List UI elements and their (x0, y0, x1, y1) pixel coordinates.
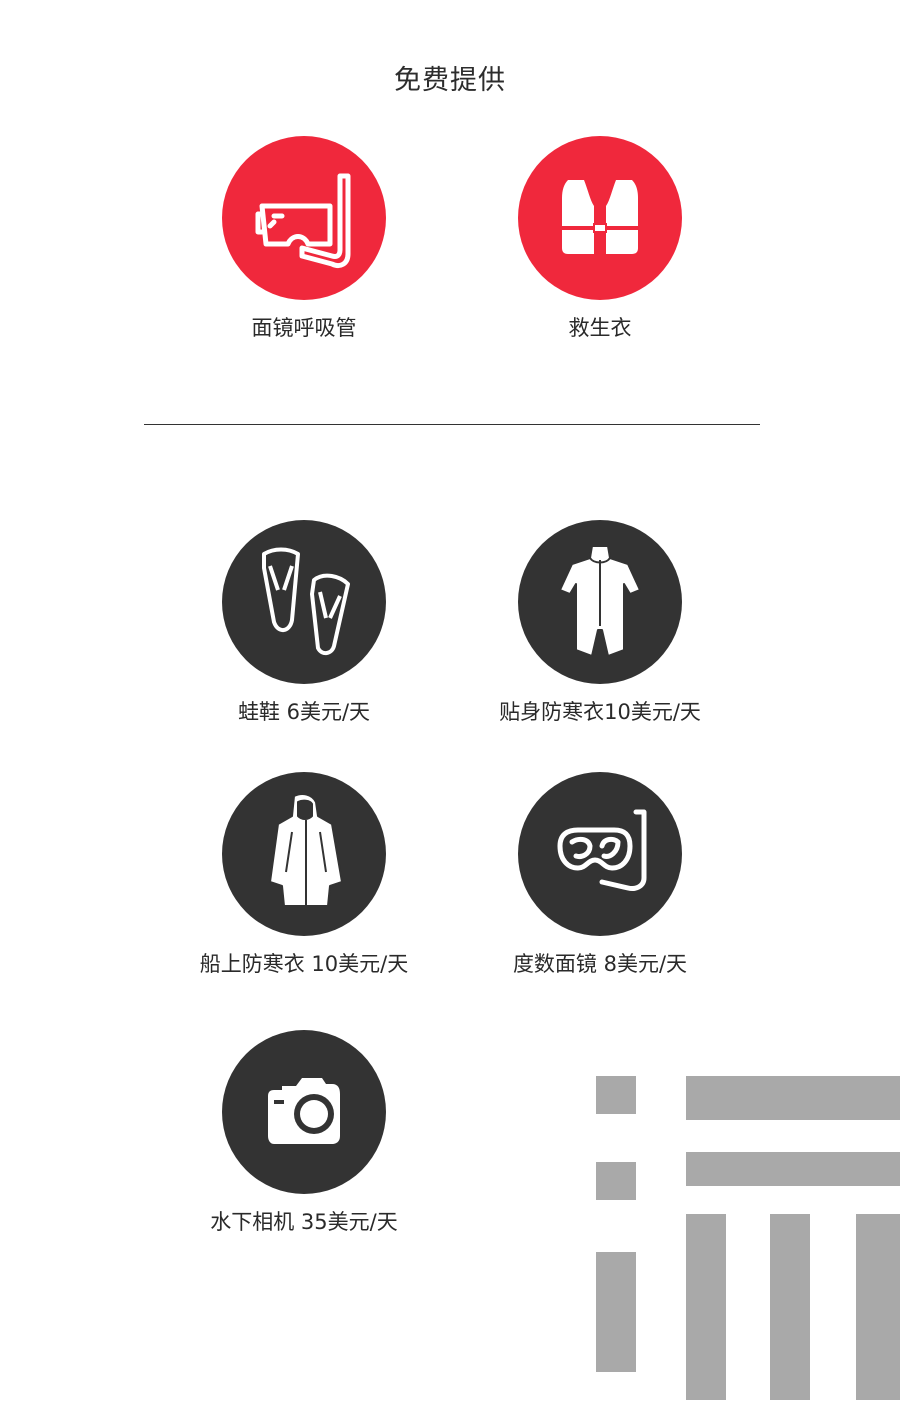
section-divider (144, 424, 760, 425)
free-section-title: 免费提供 (394, 65, 506, 96)
fins-icon (222, 520, 386, 684)
rental-item-wetsuit: 贴身防寒衣10美元/天 (450, 520, 750, 726)
free-item-label: 面镜呼吸管 (251, 316, 357, 340)
rental-item-camera: 水下相机 35美元/天 (154, 1030, 454, 1236)
free-item-life-vest: 救生衣 (450, 136, 750, 342)
rental-item-label: 蛙鞋 6美元/天 (237, 700, 371, 724)
jacket-icon (222, 772, 386, 936)
rental-item-fins: 蛙鞋 6美元/天 (154, 520, 454, 726)
decorative-watermark (590, 1072, 900, 1400)
wetsuit-icon (518, 520, 682, 684)
rental-item-label: 水下相机 35美元/天 (210, 1210, 398, 1234)
life-vest-icon (518, 136, 682, 300)
rental-item-jacket: 船上防寒衣 10美元/天 (154, 772, 454, 978)
free-item-label: 救生衣 (568, 316, 632, 340)
camera-icon (222, 1030, 386, 1194)
diving-mask-icon (518, 772, 682, 936)
rental-item-label: 船上防寒衣 10美元/天 (199, 952, 409, 976)
rental-item-diving-mask: 度数面镜 8美元/天 (450, 772, 750, 978)
free-item-snorkel: 面镜呼吸管 (154, 136, 454, 342)
rental-item-label: 贴身防寒衣10美元/天 (499, 700, 701, 724)
snorkel-mask-icon (222, 136, 386, 300)
rental-item-label: 度数面镜 8美元/天 (512, 952, 688, 976)
